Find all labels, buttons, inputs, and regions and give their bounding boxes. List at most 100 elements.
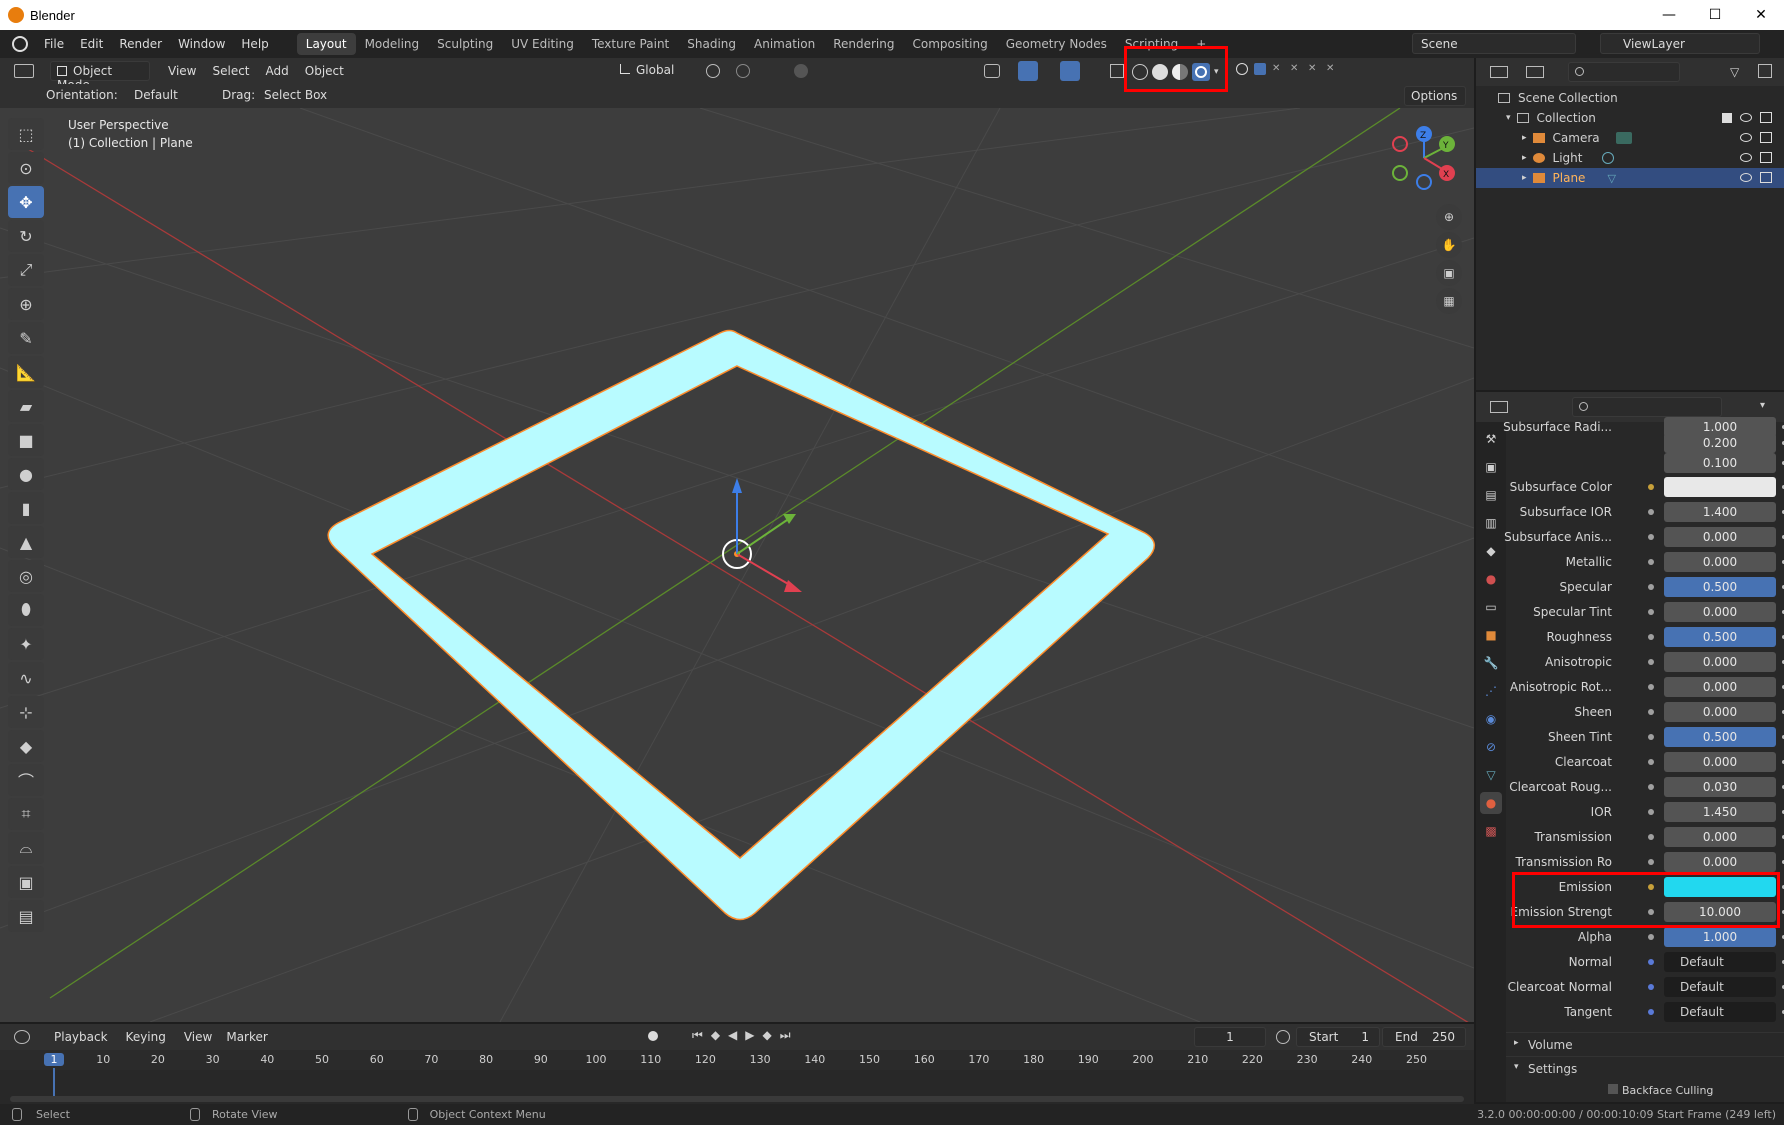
plane-object[interactable] (327, 329, 1155, 921)
timeline-editor-icon[interactable] (14, 1030, 30, 1044)
gizmo-toggle-icon[interactable] (1018, 61, 1038, 81)
backface-culling-checkbox[interactable] (1608, 1084, 1618, 1094)
properties-search-input[interactable] (1572, 397, 1722, 417)
expand-icon[interactable]: ▸ (1522, 173, 1527, 183)
property-value-field[interactable]: 0.000 (1664, 652, 1776, 672)
add-stack-tool-icon[interactable]: ▤ (8, 900, 44, 932)
select-box-tool-icon[interactable]: ⬚ (8, 118, 44, 150)
menu-playback[interactable]: Playback (54, 1030, 108, 1044)
tab-shading[interactable]: Shading (678, 33, 745, 55)
property-value-field[interactable]: 0.000 (1664, 552, 1776, 572)
blender-menu-icon[interactable] (12, 36, 28, 52)
socket-dot-icon[interactable] (1648, 984, 1654, 990)
menu-marker[interactable]: Marker (226, 1030, 267, 1044)
editor-type-icon[interactable] (14, 64, 34, 78)
collection-checkbox[interactable] (1722, 113, 1732, 123)
add-cube-tool-icon[interactable]: ■ (8, 424, 44, 456)
menu-render[interactable]: Render (111, 37, 170, 51)
move-tool-icon[interactable]: ✥ (8, 186, 44, 218)
camera-render-icon[interactable] (1760, 132, 1772, 143)
menu-window[interactable]: Window (170, 37, 233, 51)
menu-edit[interactable]: Edit (72, 37, 111, 51)
property-value-field[interactable]: 1.450 (1664, 802, 1776, 822)
socket-dot-icon[interactable] (1648, 634, 1654, 640)
3d-viewport[interactable]: Z Y X User Perspective (1) Collection | … (0, 108, 1474, 1022)
camera-filter-icon[interactable]: ✕ (1326, 63, 1338, 75)
property-value-field[interactable]: 0.100 (1664, 453, 1776, 473)
add-curve-tool-icon[interactable]: ∿ (8, 662, 44, 694)
expand-icon[interactable]: ▾ (1506, 113, 1511, 123)
physics-tab-icon[interactable]: ◉ (1480, 708, 1502, 730)
add-capsule-tool-icon[interactable]: ⬮ (8, 594, 44, 626)
property-value-field[interactable]: 0.000 (1664, 702, 1776, 722)
property-value-field[interactable]: 0.000 (1664, 677, 1776, 697)
particles-tab-icon[interactable]: ⋰ (1480, 680, 1502, 702)
socket-dot-icon[interactable] (1648, 534, 1654, 540)
socket-dot-icon[interactable] (1648, 684, 1654, 690)
outliner-search-input[interactable] (1568, 62, 1680, 82)
add-torus-tool-icon[interactable]: ◎ (8, 560, 44, 592)
socket-dot-icon[interactable] (1648, 859, 1654, 865)
view-layer-tab-icon[interactable]: ▥ (1480, 512, 1502, 534)
menu-help[interactable]: Help (233, 37, 276, 51)
socket-dot-icon[interactable] (1648, 834, 1654, 840)
light-eye-icon[interactable] (1740, 153, 1752, 162)
property-value-field[interactable]: 0.000 (1664, 602, 1776, 622)
play-reverse-icon[interactable]: ◀ (728, 1028, 737, 1043)
property-value-field[interactable]: 0.000 (1664, 752, 1776, 772)
y-move-arrow[interactable] (736, 517, 791, 555)
socket-dot-icon[interactable] (1648, 709, 1654, 715)
minimize-button[interactable]: — (1646, 0, 1692, 30)
new-collection-icon[interactable] (1758, 64, 1772, 78)
eye-icon[interactable] (1236, 63, 1248, 75)
menu-view[interactable]: View (168, 64, 196, 78)
cursor-tool-icon[interactable]: ⊙ (8, 152, 44, 184)
light-render-icon[interactable] (1760, 152, 1772, 163)
socket-dot-icon[interactable] (1648, 559, 1654, 565)
tab-rendering[interactable]: Rendering (824, 33, 903, 55)
camera-data-icon[interactable] (1615, 132, 1632, 144)
camera-eye-icon[interactable] (1740, 133, 1752, 142)
annotate-tool-icon[interactable]: ✎ (8, 322, 44, 354)
collection-camera-icon[interactable] (1760, 112, 1772, 123)
socket-dot-icon[interactable] (1648, 959, 1654, 965)
next-keyframe-icon[interactable]: ◆ (763, 1028, 772, 1043)
prev-keyframe-icon[interactable]: ◆ (711, 1028, 720, 1043)
tab-uv-editing[interactable]: UV Editing (502, 33, 583, 55)
constraints-tab-icon[interactable]: ⊘ (1480, 736, 1502, 758)
clock-icon[interactable] (1276, 1030, 1290, 1044)
play-icon[interactable]: ▶ (745, 1028, 754, 1043)
jump-end-icon[interactable]: ⏭ (780, 1028, 791, 1043)
light-data-icon[interactable] (1602, 152, 1615, 164)
menu-select[interactable]: Select (212, 64, 249, 78)
plane-render-icon[interactable] (1760, 172, 1772, 183)
orientation-dropdown[interactable]: Default (114, 86, 208, 106)
tab-animation[interactable]: Animation (745, 33, 824, 55)
outliner-row-light[interactable]: ▸ Light (1476, 148, 1784, 168)
property-value-field[interactable]: 0.000 (1664, 527, 1776, 547)
outliner-row-camera[interactable]: ▸ Camera (1476, 128, 1784, 148)
add-light-tool-icon[interactable]: ✦ (8, 628, 44, 660)
property-value-field[interactable]: 0.030 (1664, 777, 1776, 797)
socket-dot-icon[interactable] (1648, 1009, 1654, 1015)
scale-tool-icon[interactable]: ⤢ (8, 254, 44, 286)
pan-icon[interactable]: ✋ (1436, 232, 1462, 258)
property-value-field[interactable]: 1.400 (1664, 502, 1776, 522)
settings-panel[interactable]: ▾ Settings (1506, 1056, 1784, 1080)
menu-object[interactable]: Object (305, 64, 344, 78)
world-tab-icon[interactable]: ● (1480, 568, 1502, 590)
modifier-tab-icon[interactable]: 🔧 (1480, 652, 1502, 674)
select-filter-icon[interactable] (1254, 63, 1266, 75)
view-layer-selector[interactable]: ViewLayer (1600, 33, 1760, 54)
collection-tab-icon[interactable]: ▭ (1480, 596, 1502, 618)
socket-dot-icon[interactable] (1648, 934, 1654, 940)
x-move-arrow[interactable] (736, 553, 796, 589)
options-dropdown[interactable]: Options (1404, 86, 1466, 106)
maximize-button[interactable]: ☐ (1692, 0, 1738, 30)
camera-view-icon[interactable]: ▣ (1436, 260, 1462, 286)
menu-timeline-view[interactable]: View (184, 1030, 212, 1044)
zoom-icon[interactable]: ⊕ (1436, 204, 1462, 230)
properties-options-icon[interactable]: ▾ (1760, 400, 1765, 411)
tab-layout[interactable]: Layout (296, 33, 356, 55)
add-object-tool-icon[interactable]: ◆ (8, 730, 44, 762)
